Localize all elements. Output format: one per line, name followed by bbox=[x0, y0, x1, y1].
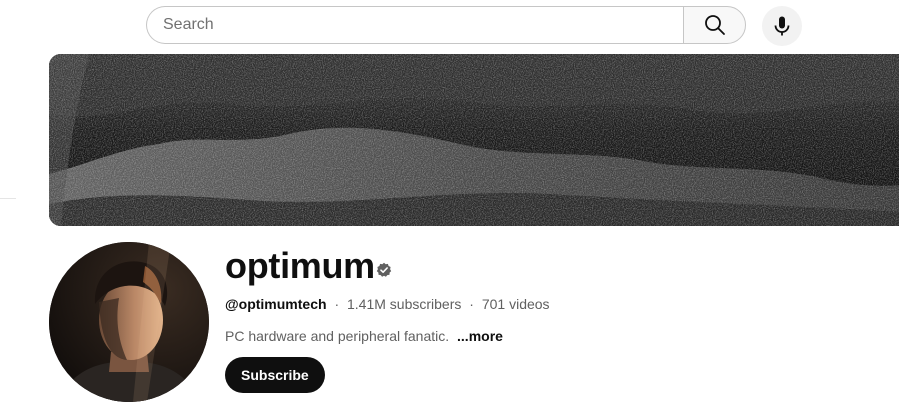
sidebar-divider bbox=[0, 198, 16, 199]
search-button[interactable] bbox=[683, 6, 746, 44]
channel-description[interactable]: PC hardware and peripheral fanatic. ...m… bbox=[225, 327, 503, 345]
subscribe-button[interactable]: Subscribe bbox=[225, 357, 325, 393]
channel-name: optimum bbox=[225, 245, 375, 286]
voice-search-button[interactable] bbox=[762, 6, 802, 46]
channel-banner bbox=[49, 54, 899, 226]
search-icon bbox=[704, 15, 725, 35]
channel-meta: @optimumtech · 1.41M subscribers · 701 v… bbox=[225, 295, 550, 313]
subscriber-count: 1.41M subscribers bbox=[347, 296, 462, 312]
more-link[interactable]: ...more bbox=[457, 328, 503, 344]
verified-check-icon bbox=[376, 262, 392, 277]
meta-separator: · bbox=[334, 296, 340, 312]
channel-page: optimum @optimumtech · 1.41M subscribers… bbox=[0, 0, 899, 413]
channel-avatar[interactable] bbox=[49, 242, 209, 402]
search-box[interactable] bbox=[146, 6, 683, 44]
microphone-icon bbox=[774, 16, 790, 36]
channel-handle: @optimumtech bbox=[225, 296, 327, 312]
meta-separator: · bbox=[469, 296, 474, 312]
search-input[interactable] bbox=[163, 7, 663, 43]
video-count: 701 videos bbox=[481, 296, 550, 312]
description-text: PC hardware and peripheral fanatic. bbox=[225, 328, 450, 344]
